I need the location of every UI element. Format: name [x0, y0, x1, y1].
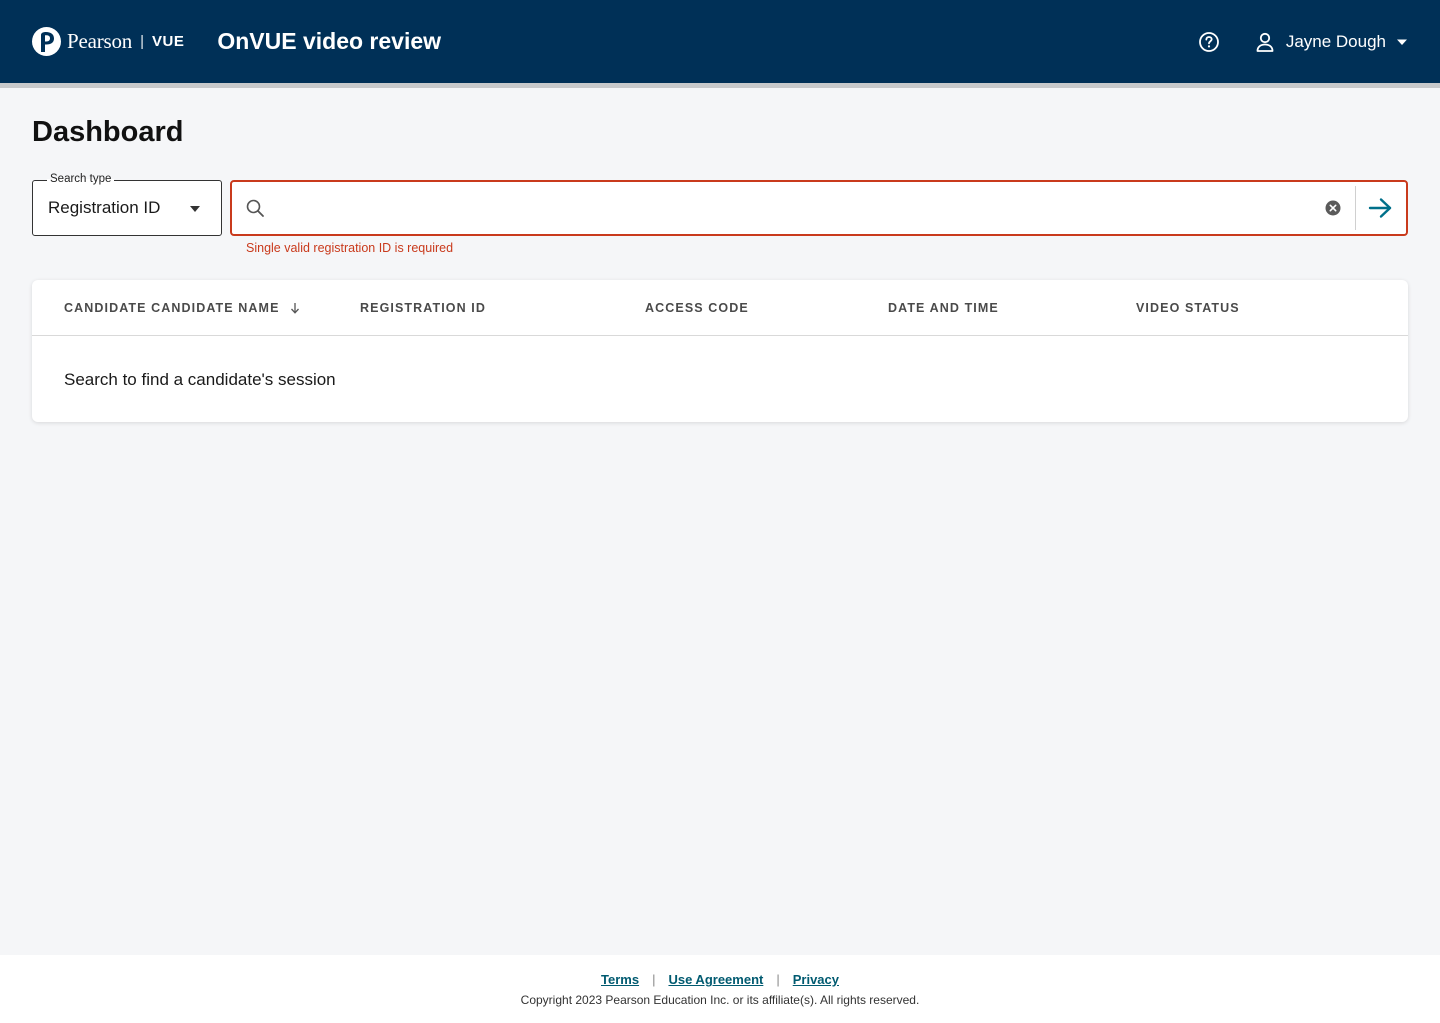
search-error-message: Single valid registration ID is required: [246, 241, 454, 255]
page-title: Dashboard: [32, 116, 184, 148]
use-agreement-link[interactable]: Use Agreement: [668, 972, 763, 987]
column-header-registration-id: REGISTRATION ID: [360, 301, 486, 315]
user-icon: [1256, 32, 1274, 52]
empty-state-message: Search to find a candidate's session: [64, 370, 336, 389]
page-footer: Terms | Use Agreement | Privacy Copyrigh…: [0, 955, 1440, 1023]
pearson-vue-logo[interactable]: Pearson | VUE: [32, 27, 184, 56]
logo-separator: |: [140, 33, 144, 50]
user-menu-button[interactable]: Jayne Dough: [1254, 31, 1408, 53]
search-input[interactable]: [265, 182, 1325, 234]
column-header-video-status: VIDEO STATUS: [1136, 301, 1240, 315]
column-header-label: VIDEO STATUS: [1136, 301, 1240, 315]
user-name: Jayne Dough: [1285, 31, 1386, 51]
search-submit-button[interactable]: [1356, 182, 1406, 234]
header-actions: Jayne Dough: [1198, 31, 1408, 53]
search-field: [230, 180, 1408, 236]
search-type-label: Search type: [47, 173, 115, 185]
help-icon[interactable]: [1198, 31, 1220, 53]
column-header-candidate-name[interactable]: CANDIDATE CANDIDATE NAME: [64, 301, 300, 315]
column-header-label: CANDIDATE CANDIDATE NAME: [64, 301, 280, 315]
caret-down-icon: [1397, 39, 1407, 45]
search-type-value: Registration ID: [48, 198, 161, 217]
pearson-logo-icon: [32, 27, 61, 56]
column-header-date-time: DATE AND TIME: [888, 301, 999, 315]
column-header-access-code: ACCESS CODE: [645, 301, 749, 315]
footer-separator: |: [776, 972, 780, 987]
arrow-right-icon: [1368, 198, 1392, 218]
header-divider: [0, 83, 1440, 88]
search-type-select[interactable]: Search type Registration ID: [32, 173, 222, 236]
chevron-down-icon: [190, 206, 200, 212]
app-title: OnVUE video review: [217, 28, 442, 54]
table-header: CANDIDATE CANDIDATE NAME REGISTRATION ID…: [32, 280, 1408, 336]
app-header: Pearson | VUE OnVUE video review Jayne D…: [0, 0, 1440, 83]
copyright-text: Copyright 2023 Pearson Education Inc. or…: [520, 993, 920, 1007]
footer-separator: |: [652, 972, 656, 987]
column-header-label: ACCESS CODE: [645, 301, 749, 315]
terms-link[interactable]: Terms: [601, 972, 639, 987]
footer-links: Terms | Use Agreement | Privacy: [0, 972, 1440, 987]
results-table: CANDIDATE CANDIDATE NAME REGISTRATION ID…: [32, 280, 1408, 422]
logo-brand-text: Pearson: [67, 29, 133, 53]
privacy-link[interactable]: Privacy: [793, 972, 839, 987]
sort-down-icon: [290, 303, 299, 314]
column-header-label: DATE AND TIME: [888, 301, 999, 315]
search-icon: [246, 199, 264, 217]
column-header-label: REGISTRATION ID: [360, 301, 486, 315]
clear-icon[interactable]: [1325, 200, 1341, 216]
logo-product-text: VUE: [152, 33, 185, 50]
